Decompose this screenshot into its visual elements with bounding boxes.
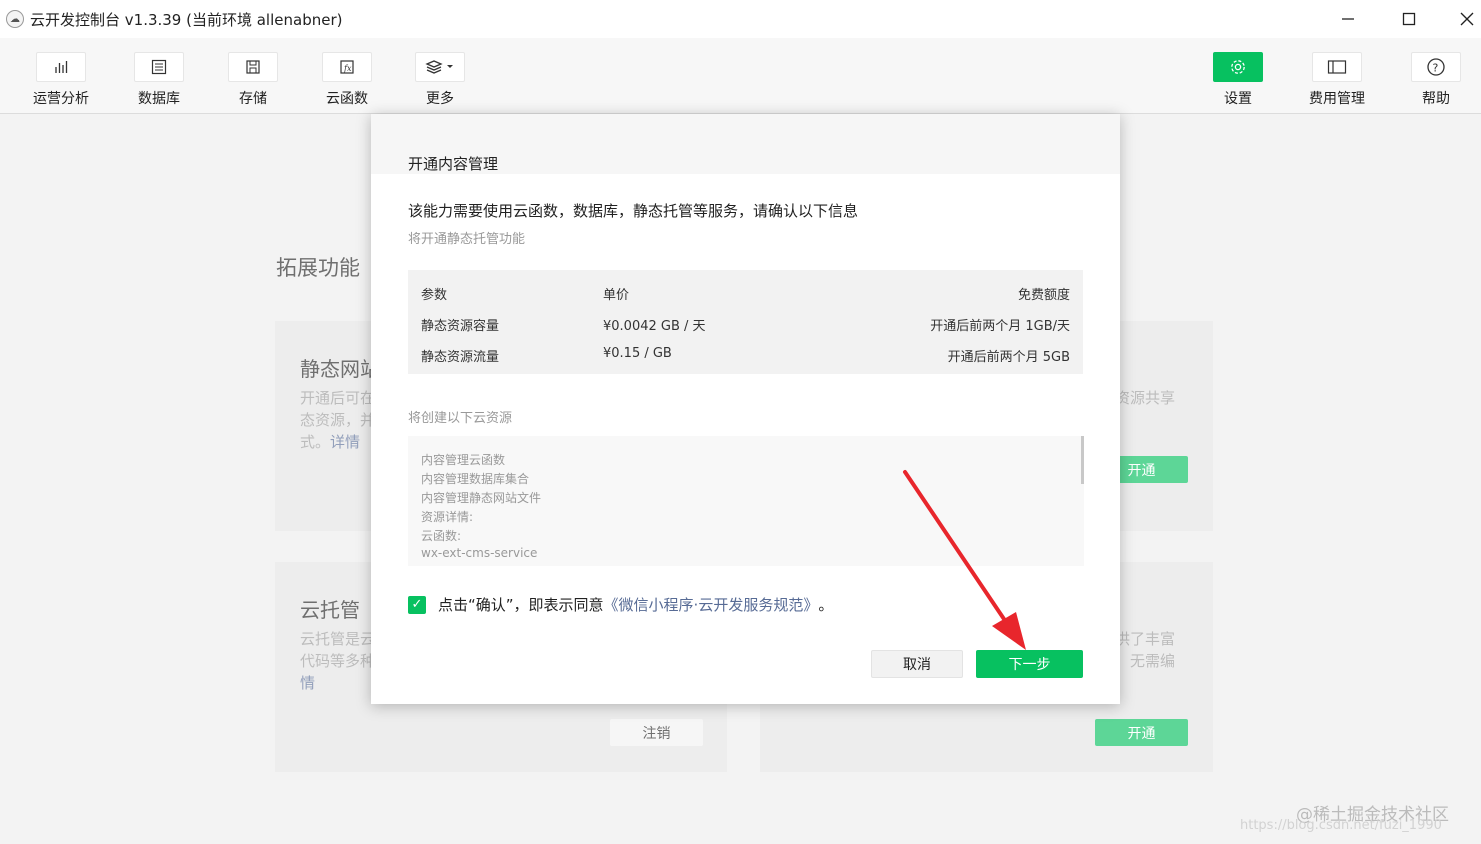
watermark-url: https://blog.csdn.net/fuzi_1990 xyxy=(1240,818,1442,833)
annotation-arrow xyxy=(903,470,1026,650)
